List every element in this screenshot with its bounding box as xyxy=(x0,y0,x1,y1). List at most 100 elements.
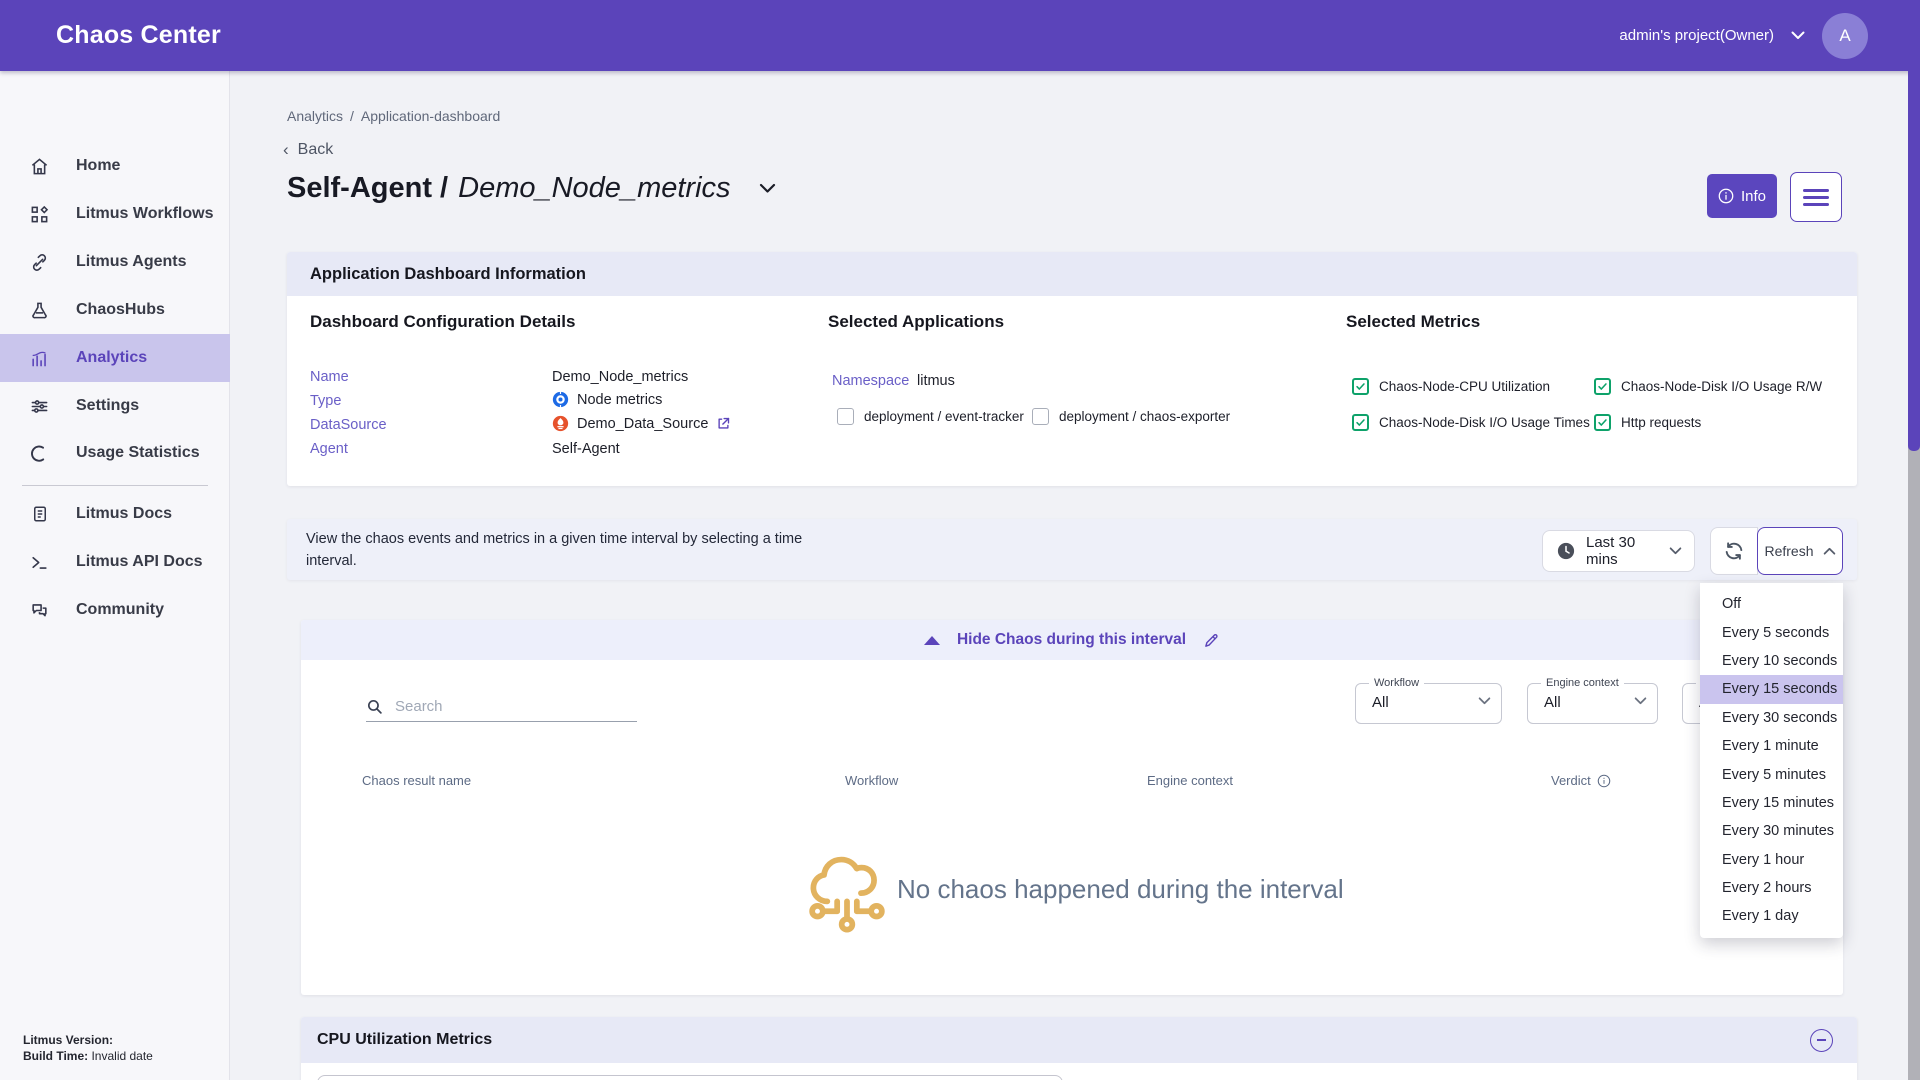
refresh-interval-menu: Off Every 5 seconds Every 10 seconds Eve… xyxy=(1700,583,1843,938)
app-title: Chaos Center xyxy=(56,21,221,50)
refresh-now-button[interactable] xyxy=(1710,527,1758,575)
verdict-info-icon[interactable] xyxy=(1597,774,1611,788)
breadcrumb-analytics[interactable]: Analytics xyxy=(287,108,343,124)
sidebar-item-community[interactable]: Community xyxy=(0,586,230,634)
sidebar-item-litmus-docs[interactable]: Litmus Docs xyxy=(0,490,230,538)
agent-label: Agent xyxy=(310,441,348,457)
community-icon xyxy=(29,600,50,621)
search-icon xyxy=(366,698,383,715)
column-workflow: Workflow xyxy=(845,773,898,788)
checkbox-unchecked[interactable] xyxy=(837,408,854,425)
hide-chaos-toggle[interactable]: Hide Chaos during this interval xyxy=(301,620,1843,660)
time-range-value: Last 30 mins xyxy=(1586,534,1658,568)
chart-container-edge xyxy=(317,1075,1063,1080)
refresh-option-15s[interactable]: Every 15 seconds xyxy=(1700,675,1843,703)
project-selector[interactable]: admin's project(Owner) A xyxy=(1619,0,1868,71)
panel-title: Application Dashboard Information xyxy=(287,252,1857,296)
chevron-down-icon xyxy=(1634,697,1647,705)
sidebar-item-litmus-api-docs[interactable]: Litmus API Docs xyxy=(0,538,230,586)
refresh-option-30m[interactable]: Every 30 minutes xyxy=(1700,817,1843,845)
dashboard-name: Demo_Node_metrics xyxy=(458,172,730,205)
sidebar-item-litmus-agents[interactable]: Litmus Agents xyxy=(0,238,230,286)
refresh-option-30s[interactable]: Every 30 seconds xyxy=(1700,704,1843,732)
dashboard-options-button[interactable] xyxy=(1790,172,1842,222)
refresh-option-2h[interactable]: Every 2 hours xyxy=(1700,874,1843,902)
checkbox-checked[interactable] xyxy=(1352,414,1369,431)
sidebar-item-usage-statistics[interactable]: Usage Statistics xyxy=(0,429,230,477)
collapse-section-button[interactable] xyxy=(1810,1029,1833,1052)
engine-context-filter[interactable]: Engine context All xyxy=(1527,683,1658,724)
workflow-filter[interactable]: Workflow All xyxy=(1355,683,1502,724)
name-value: Demo_Node_metrics xyxy=(552,369,688,385)
empty-state-message: No chaos happened during the interval xyxy=(897,874,1344,905)
breadcrumb-application-dashboard[interactable]: Application-dashboard xyxy=(361,108,500,124)
home-icon xyxy=(29,156,50,177)
scrollbar-thumb[interactable] xyxy=(1908,71,1920,451)
cpu-section-title: CPU Utilization Metrics xyxy=(317,1031,492,1049)
refresh-interval-select[interactable]: Refresh xyxy=(1757,527,1843,575)
refresh-icon xyxy=(1723,540,1745,562)
application-checkbox-chaos-exporter: deployment / chaos-exporter xyxy=(1032,408,1230,425)
metric-checkbox: Chaos-Node-Disk I/O Usage Times xyxy=(1352,414,1590,431)
page-title: Self-Agent / Demo_Node_metrics xyxy=(287,172,776,205)
app-header: Chaos Center admin's project(Owner) A xyxy=(0,0,1920,71)
refresh-option-5m[interactable]: Every 5 minutes xyxy=(1700,760,1843,788)
metrics-heading: Selected Metrics xyxy=(1346,312,1480,332)
chevron-left-icon: ‹ xyxy=(283,140,289,160)
dashboard-switcher-chevron-icon[interactable] xyxy=(759,183,776,194)
sidebar-item-chaoshubs[interactable]: ChaosHubs xyxy=(0,286,230,334)
agent-value: Self-Agent xyxy=(552,441,620,457)
clock-icon xyxy=(1557,542,1575,560)
analytics-icon xyxy=(29,348,50,369)
sidebar: Home Litmus Workflows Litmus Agents Chao… xyxy=(0,71,230,1080)
pencil-icon[interactable] xyxy=(1203,632,1220,649)
search-input[interactable] xyxy=(395,698,637,715)
chaos-cloud-icon xyxy=(806,850,888,938)
avatar[interactable]: A xyxy=(1822,13,1868,59)
cpu-utilization-panel: CPU Utilization Metrics xyxy=(301,1017,1857,1080)
project-selector-label: admin's project(Owner) xyxy=(1619,27,1774,44)
hamburger-icon xyxy=(1803,189,1829,192)
time-range-select[interactable]: Last 30 mins xyxy=(1542,530,1695,572)
checkbox-checked[interactable] xyxy=(1352,378,1369,395)
metric-checkbox: Chaos-Node-Disk I/O Usage R/W xyxy=(1594,378,1822,395)
type-label: Type xyxy=(310,393,341,409)
application-checkbox-event-tracker: deployment / event-tracker xyxy=(837,408,1024,425)
config-heading: Dashboard Configuration Details xyxy=(310,312,575,332)
refresh-option-1d[interactable]: Every 1 day xyxy=(1700,902,1843,930)
refresh-option-1h[interactable]: Every 1 hour xyxy=(1700,846,1843,874)
refresh-option-10s[interactable]: Every 10 seconds xyxy=(1700,647,1843,675)
column-verdict: Verdict xyxy=(1551,773,1611,788)
info-icon xyxy=(1718,188,1734,204)
back-button[interactable]: ‹ Back xyxy=(283,140,333,160)
terminal-icon xyxy=(29,552,50,573)
datasource-value: Demo_Data_Source xyxy=(552,415,731,432)
agents-icon xyxy=(29,252,50,273)
refresh-option-off[interactable]: Off xyxy=(1700,590,1843,618)
breadcrumb: Analytics/Application-dashboard xyxy=(287,108,500,124)
sidebar-item-home[interactable]: Home xyxy=(0,142,230,190)
workflows-icon xyxy=(29,204,50,225)
checkbox-unchecked[interactable] xyxy=(1032,408,1049,425)
time-interval-bar: View the chaos events and metrics in a g… xyxy=(287,519,1857,580)
datasource-label: DataSource xyxy=(310,417,387,433)
sidebar-item-analytics[interactable]: Analytics xyxy=(0,334,230,382)
sidebar-item-settings[interactable]: Settings xyxy=(0,382,230,430)
sidebar-item-litmus-workflows[interactable]: Litmus Workflows xyxy=(0,190,230,238)
litmus-version-label: Litmus Version: xyxy=(23,1033,113,1047)
external-link-icon[interactable] xyxy=(716,416,731,431)
page-scrollbar xyxy=(1908,71,1920,1080)
refresh-option-15m[interactable]: Every 15 minutes xyxy=(1700,789,1843,817)
refresh-option-5s[interactable]: Every 5 seconds xyxy=(1700,618,1843,646)
refresh-option-1m[interactable]: Every 1 minute xyxy=(1700,732,1843,760)
name-label: Name xyxy=(310,369,349,385)
checkbox-checked[interactable] xyxy=(1594,378,1611,395)
metric-checkbox: Http requests xyxy=(1594,414,1701,431)
sidebar-divider xyxy=(22,485,208,486)
type-value: Node metrics xyxy=(552,391,662,408)
build-time-value: Invalid date xyxy=(91,1049,152,1063)
column-chaos-result-name: Chaos result name xyxy=(362,773,471,788)
info-button[interactable]: Info xyxy=(1707,174,1777,218)
chevron-down-icon xyxy=(1791,31,1805,40)
checkbox-checked[interactable] xyxy=(1594,414,1611,431)
